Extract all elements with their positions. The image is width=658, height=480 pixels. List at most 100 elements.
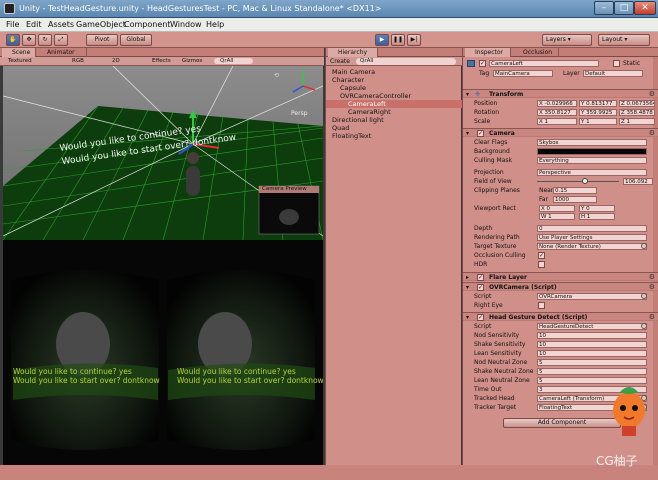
object-picker-icon[interactable] bbox=[641, 243, 647, 249]
head-gesture-enabled-checkbox[interactable]: ✓ bbox=[477, 314, 484, 321]
object-picker-icon[interactable] bbox=[641, 293, 647, 299]
near-field[interactable]: 0.15 bbox=[553, 187, 597, 194]
viewport-h-field[interactable]: H 1 bbox=[579, 213, 615, 220]
ovrcamera-script-field[interactable]: OVRCamera bbox=[537, 293, 647, 300]
culling-mask-dropdown[interactable]: Everything bbox=[537, 157, 647, 164]
mode-2d-toggle[interactable]: 2D bbox=[112, 58, 120, 64]
foldout-arrow-icon[interactable]: ▸ bbox=[466, 273, 469, 282]
far-field[interactable]: 1000 bbox=[553, 196, 597, 203]
hand-tool-button[interactable]: ✋ bbox=[6, 34, 20, 46]
foldout-arrow-icon[interactable]: ▾ bbox=[466, 313, 469, 322]
position-x-field[interactable]: X -0.029966 bbox=[537, 100, 577, 107]
static-checkbox[interactable] bbox=[613, 60, 620, 67]
hierarchy-search-input[interactable]: QrAll bbox=[356, 58, 456, 65]
layout-dropdown[interactable]: Layout ▾ bbox=[598, 34, 650, 46]
fov-slider-track[interactable] bbox=[537, 178, 619, 184]
viewport-w-field[interactable]: W 1 bbox=[539, 213, 575, 220]
head-gesture-settings-gear-icon[interactable]: ⚙ bbox=[649, 313, 655, 322]
close-button[interactable]: ✕ bbox=[634, 1, 656, 15]
hierarchy-item-floatingtext[interactable]: FloatingText bbox=[332, 132, 371, 140]
object-picker-icon[interactable] bbox=[641, 323, 647, 329]
tab-hierarchy[interactable]: Hierarchy bbox=[328, 48, 378, 57]
viewport-y-field[interactable]: Y 0 bbox=[579, 205, 615, 212]
effects-dropdown[interactable]: Effects bbox=[152, 58, 171, 64]
foldout-arrow-icon[interactable]: ▾ bbox=[466, 129, 469, 138]
target-texture-field[interactable]: None (Render Texture) bbox=[537, 243, 647, 250]
clear-flags-dropdown[interactable]: Skybox bbox=[537, 139, 647, 146]
camera-component-header[interactable]: ▾ ✓ Camera ⚙ bbox=[463, 128, 658, 137]
gizmos-dropdown[interactable]: Gizmos bbox=[182, 58, 202, 64]
menu-edit[interactable]: Edit bbox=[26, 20, 42, 29]
hierarchy-item-character[interactable]: Character bbox=[332, 76, 364, 84]
position-y-field[interactable]: Y 0.813177 bbox=[579, 100, 617, 107]
hierarchy-item-cameraleft[interactable]: CameraLeft bbox=[326, 100, 462, 108]
menu-assets[interactable]: Assets bbox=[48, 20, 74, 29]
ovrcamera-header[interactable]: ▾ ✓ OVRCamera (Script) ⚙ bbox=[463, 282, 658, 291]
depth-field[interactable]: 0 bbox=[537, 225, 647, 232]
game-view[interactable]: Would you like to continue? yes Would yo… bbox=[3, 240, 323, 465]
flare-layer-header[interactable]: ▸ ✓ Flare Layer ⚙ bbox=[463, 272, 658, 281]
hierarchy-item-directional-light[interactable]: Directional light bbox=[332, 116, 384, 124]
hdr-checkbox[interactable] bbox=[538, 261, 545, 268]
pivot-toggle[interactable]: Pivot bbox=[86, 34, 118, 46]
camera-enabled-checkbox[interactable]: ✓ bbox=[477, 130, 484, 137]
transform-header[interactable]: ▾ ✥ Transform ⚙ bbox=[463, 89, 658, 98]
tab-scene[interactable]: Scene bbox=[2, 48, 36, 57]
right-eye-checkbox[interactable] bbox=[538, 302, 545, 309]
projection-dropdown[interactable]: Perspective bbox=[537, 169, 647, 176]
object-name-field[interactable]: CameraLeft bbox=[489, 60, 599, 67]
hierarchy-item-cameraright[interactable]: CameraRight bbox=[348, 108, 391, 116]
scale-x-field[interactable]: X 1 bbox=[537, 118, 577, 125]
flare-layer-checkbox[interactable]: ✓ bbox=[477, 274, 484, 281]
step-button[interactable]: ▶| bbox=[407, 34, 421, 46]
hg-field-script[interactable]: HeadGestureDetect bbox=[537, 323, 647, 330]
hg-field-nod-sensitivity[interactable]: 10 bbox=[537, 332, 647, 339]
shading-mode-dropdown[interactable]: Textured bbox=[8, 58, 32, 64]
menu-window[interactable]: Window bbox=[170, 20, 202, 29]
create-dropdown[interactable]: Create bbox=[330, 58, 350, 65]
rotation-x-field[interactable]: X 350.8127 bbox=[537, 109, 577, 116]
object-active-checkbox[interactable]: ✓ bbox=[479, 60, 486, 67]
viewport-x-field[interactable]: X 0 bbox=[539, 205, 575, 212]
background-color-field[interactable] bbox=[537, 148, 647, 155]
move-tool-button[interactable]: ✥ bbox=[22, 34, 36, 46]
scale-y-field[interactable]: Y 1 bbox=[579, 118, 617, 125]
ovrcamera-settings-gear-icon[interactable]: ⚙ bbox=[649, 283, 655, 292]
transform-settings-gear-icon[interactable]: ⚙ bbox=[649, 90, 655, 99]
hg-field-shake-sensitivity[interactable]: 10 bbox=[537, 341, 647, 348]
add-component-button[interactable]: Add Component bbox=[503, 418, 621, 428]
rotation-z-field[interactable]: Z 358.4878 bbox=[619, 109, 655, 116]
menu-help[interactable]: Help bbox=[206, 20, 224, 29]
hierarchy-item-main-camera[interactable]: Main Camera bbox=[332, 68, 375, 76]
occlusion-culling-checkbox[interactable]: ✓ bbox=[538, 252, 545, 259]
rendering-path-dropdown[interactable]: Use Player Settings bbox=[537, 234, 647, 241]
position-z-field[interactable]: Z 0.0673564 bbox=[619, 100, 655, 107]
hg-field-nod-neutral-zone[interactable]: 5 bbox=[537, 359, 647, 366]
tab-animator[interactable]: Animator bbox=[37, 48, 87, 57]
tab-occlusion[interactable]: Occlusion bbox=[513, 48, 559, 57]
head-gesture-header[interactable]: ▾ ✓ Head Gesture Detect (Script) ⚙ bbox=[463, 312, 658, 321]
hierarchy-item-capsule[interactable]: Capsule bbox=[340, 84, 366, 92]
minimize-button[interactable]: – bbox=[594, 1, 614, 15]
tag-dropdown[interactable]: MainCamera bbox=[493, 70, 553, 77]
layer-dropdown[interactable]: Default bbox=[583, 70, 643, 77]
flare-settings-gear-icon[interactable]: ⚙ bbox=[649, 273, 655, 282]
rotation-y-field[interactable]: Y 359.9925 bbox=[579, 109, 617, 116]
tab-inspector[interactable]: Inspector bbox=[465, 48, 511, 57]
play-button[interactable]: ▶ bbox=[375, 34, 389, 46]
pause-button[interactable]: ❚❚ bbox=[391, 34, 405, 46]
maximize-button[interactable]: □ bbox=[614, 1, 634, 15]
global-toggle[interactable]: Global bbox=[120, 34, 152, 46]
foldout-arrow-icon[interactable]: ▾ bbox=[466, 90, 469, 99]
layers-dropdown[interactable]: Layers ▾ bbox=[542, 34, 592, 46]
fov-value-field[interactable]: 106.092 bbox=[623, 178, 653, 185]
menu-component[interactable]: Component bbox=[124, 20, 170, 29]
menu-file[interactable]: File bbox=[6, 20, 19, 29]
rotate-tool-button[interactable]: ↻ bbox=[38, 34, 52, 46]
scene-search-input[interactable]: QrAll bbox=[214, 58, 254, 64]
scene-view[interactable]: ⟲ Would you like to continue? yes Would … bbox=[3, 66, 323, 240]
render-mode-dropdown[interactable]: RGB bbox=[72, 58, 84, 64]
hierarchy-item-ovrcameracontroller[interactable]: OVRCameraController bbox=[340, 92, 411, 100]
menu-gameobject[interactable]: GameObject bbox=[76, 20, 126, 29]
foldout-arrow-icon[interactable]: ▾ bbox=[466, 283, 469, 292]
